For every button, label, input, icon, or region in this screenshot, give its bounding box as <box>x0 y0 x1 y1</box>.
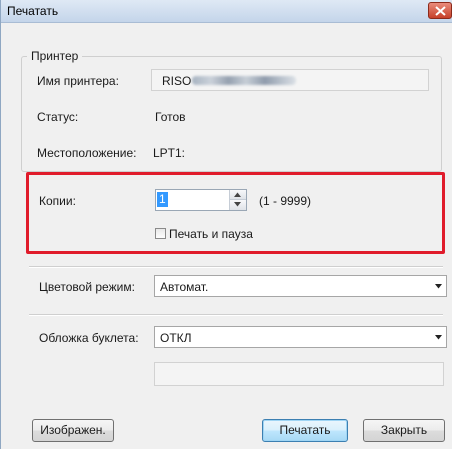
pause-checkbox-label[interactable]: Печать и пауза <box>169 227 253 241</box>
color-mode-select[interactable]: Автомат. <box>154 275 447 297</box>
printer-name-label: Имя принтера: <box>37 74 119 88</box>
status-label: Статус: <box>37 110 79 124</box>
copies-spinner[interactable]: 1 <box>155 189 247 211</box>
copies-range: (1 - 9999) <box>259 194 312 208</box>
window-title: Печатать <box>7 4 59 18</box>
copies-input[interactable]: 1 <box>157 192 168 207</box>
spinner-up-button[interactable] <box>230 190 246 200</box>
close-icon <box>435 6 446 16</box>
chevron-up-icon <box>234 192 241 197</box>
booklet-cover-label: Обложка буклета: <box>39 331 139 345</box>
print-dialog: Печатать Принтер Имя принтера: RISO Стат… <box>0 0 452 449</box>
copies-label: Копии: <box>39 194 76 208</box>
spinner-down-button[interactable] <box>230 200 246 210</box>
obscured-printer-model <box>192 76 296 85</box>
color-mode-value: Автомат. <box>160 280 209 294</box>
printer-group-legend: Принтер <box>27 49 83 63</box>
separator <box>29 266 443 268</box>
image-button[interactable]: Изображен. <box>32 419 114 442</box>
title-bar[interactable]: Печатать <box>1 0 452 23</box>
color-mode-label: Цветовой режим: <box>39 280 135 294</box>
separator <box>29 314 443 316</box>
printer-name-field: RISO <box>151 69 429 91</box>
status-value: Готов <box>155 110 186 124</box>
location-value: LPT1: <box>153 146 186 160</box>
print-button[interactable]: Печатать <box>262 419 348 442</box>
dropdown-arrow-icon <box>435 335 442 340</box>
booklet-cover-value: ОТКЛ <box>160 331 192 345</box>
dropdown-arrow-icon <box>435 284 442 289</box>
pause-checkbox[interactable] <box>155 228 166 239</box>
spinner-buttons <box>229 190 246 210</box>
location-label: Местоположение: <box>37 146 137 160</box>
printer-name-value: RISO <box>162 74 192 88</box>
copies-highlight-box <box>26 172 445 254</box>
close-window-button[interactable] <box>428 2 452 19</box>
disabled-field <box>154 362 444 386</box>
booklet-cover-select[interactable]: ОТКЛ <box>154 326 447 348</box>
close-button[interactable]: Закрыть <box>363 419 445 442</box>
chevron-down-icon <box>234 202 241 207</box>
